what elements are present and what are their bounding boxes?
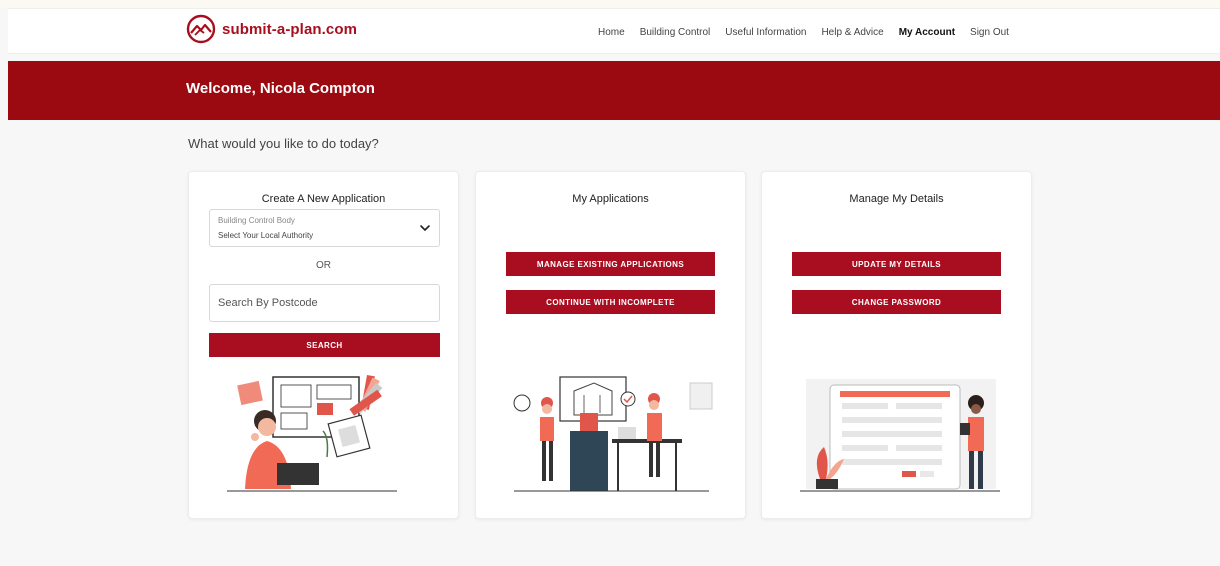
logo-text: submit-a-plan.com — [222, 21, 357, 38]
nav-building-control[interactable]: Building Control — [640, 27, 711, 38]
building-control-select[interactable]: Building Control Body Select Your Local … — [209, 209, 440, 247]
logo-text-part2: -a-plan.com — [271, 20, 358, 38]
welcome-title: Welcome, Nicola Compton — [186, 80, 375, 97]
card-title: Manage My Details — [849, 193, 944, 205]
manage-existing-applications-button[interactable]: MANAGE EXISTING APPLICATIONS — [506, 252, 715, 276]
chevron-down-icon — [420, 225, 430, 231]
create-application-card: Create A New Application Building Contro… — [188, 171, 459, 519]
nav-sign-out[interactable]: Sign Out — [970, 27, 1009, 38]
top-strip — [0, 0, 1220, 8]
welcome-banner: Welcome, Nicola Compton — [8, 61, 1220, 120]
nav-my-account[interactable]: My Account — [899, 27, 955, 38]
nav-help-advice[interactable]: Help & Advice — [821, 27, 883, 38]
change-password-button[interactable]: CHANGE PASSWORD — [792, 290, 1001, 314]
house-logo-icon — [186, 14, 216, 44]
site-header: submit-a-plan.com Home Building Control … — [8, 8, 1220, 54]
update-my-details-button[interactable]: UPDATE MY DETAILS — [792, 252, 1001, 276]
postcode-search-input[interactable] — [209, 284, 440, 322]
nav-home[interactable]: Home — [598, 27, 625, 38]
continue-with-incomplete-button[interactable]: CONTINUE WITH INCOMPLETE — [506, 290, 715, 314]
card-title: My Applications — [572, 193, 649, 205]
or-divider: OR — [316, 260, 331, 271]
search-button[interactable]: SEARCH — [209, 333, 440, 357]
manage-details-card: Manage My Details UPDATE MY DETAILS CHAN… — [761, 171, 1032, 519]
logo-text-part1: submit — [222, 20, 272, 38]
select-value: Select Your Local Authority — [218, 231, 314, 240]
page-prompt: What would you like to do today? — [188, 136, 379, 151]
select-label: Building Control Body — [218, 216, 295, 225]
construction-team-illustration — [513, 376, 713, 492]
architect-drawing-illustration — [227, 375, 397, 492]
main-nav: Home Building Control Useful Information… — [598, 9, 1009, 55]
nav-useful-information[interactable]: Useful Information — [725, 27, 806, 38]
card-title: Create A New Application — [261, 193, 386, 205]
online-form-illustration — [800, 379, 1000, 492]
my-applications-card: My Applications MANAGE EXISTING APPLICAT… — [475, 171, 746, 519]
site-logo[interactable]: submit-a-plan.com — [186, 14, 357, 44]
